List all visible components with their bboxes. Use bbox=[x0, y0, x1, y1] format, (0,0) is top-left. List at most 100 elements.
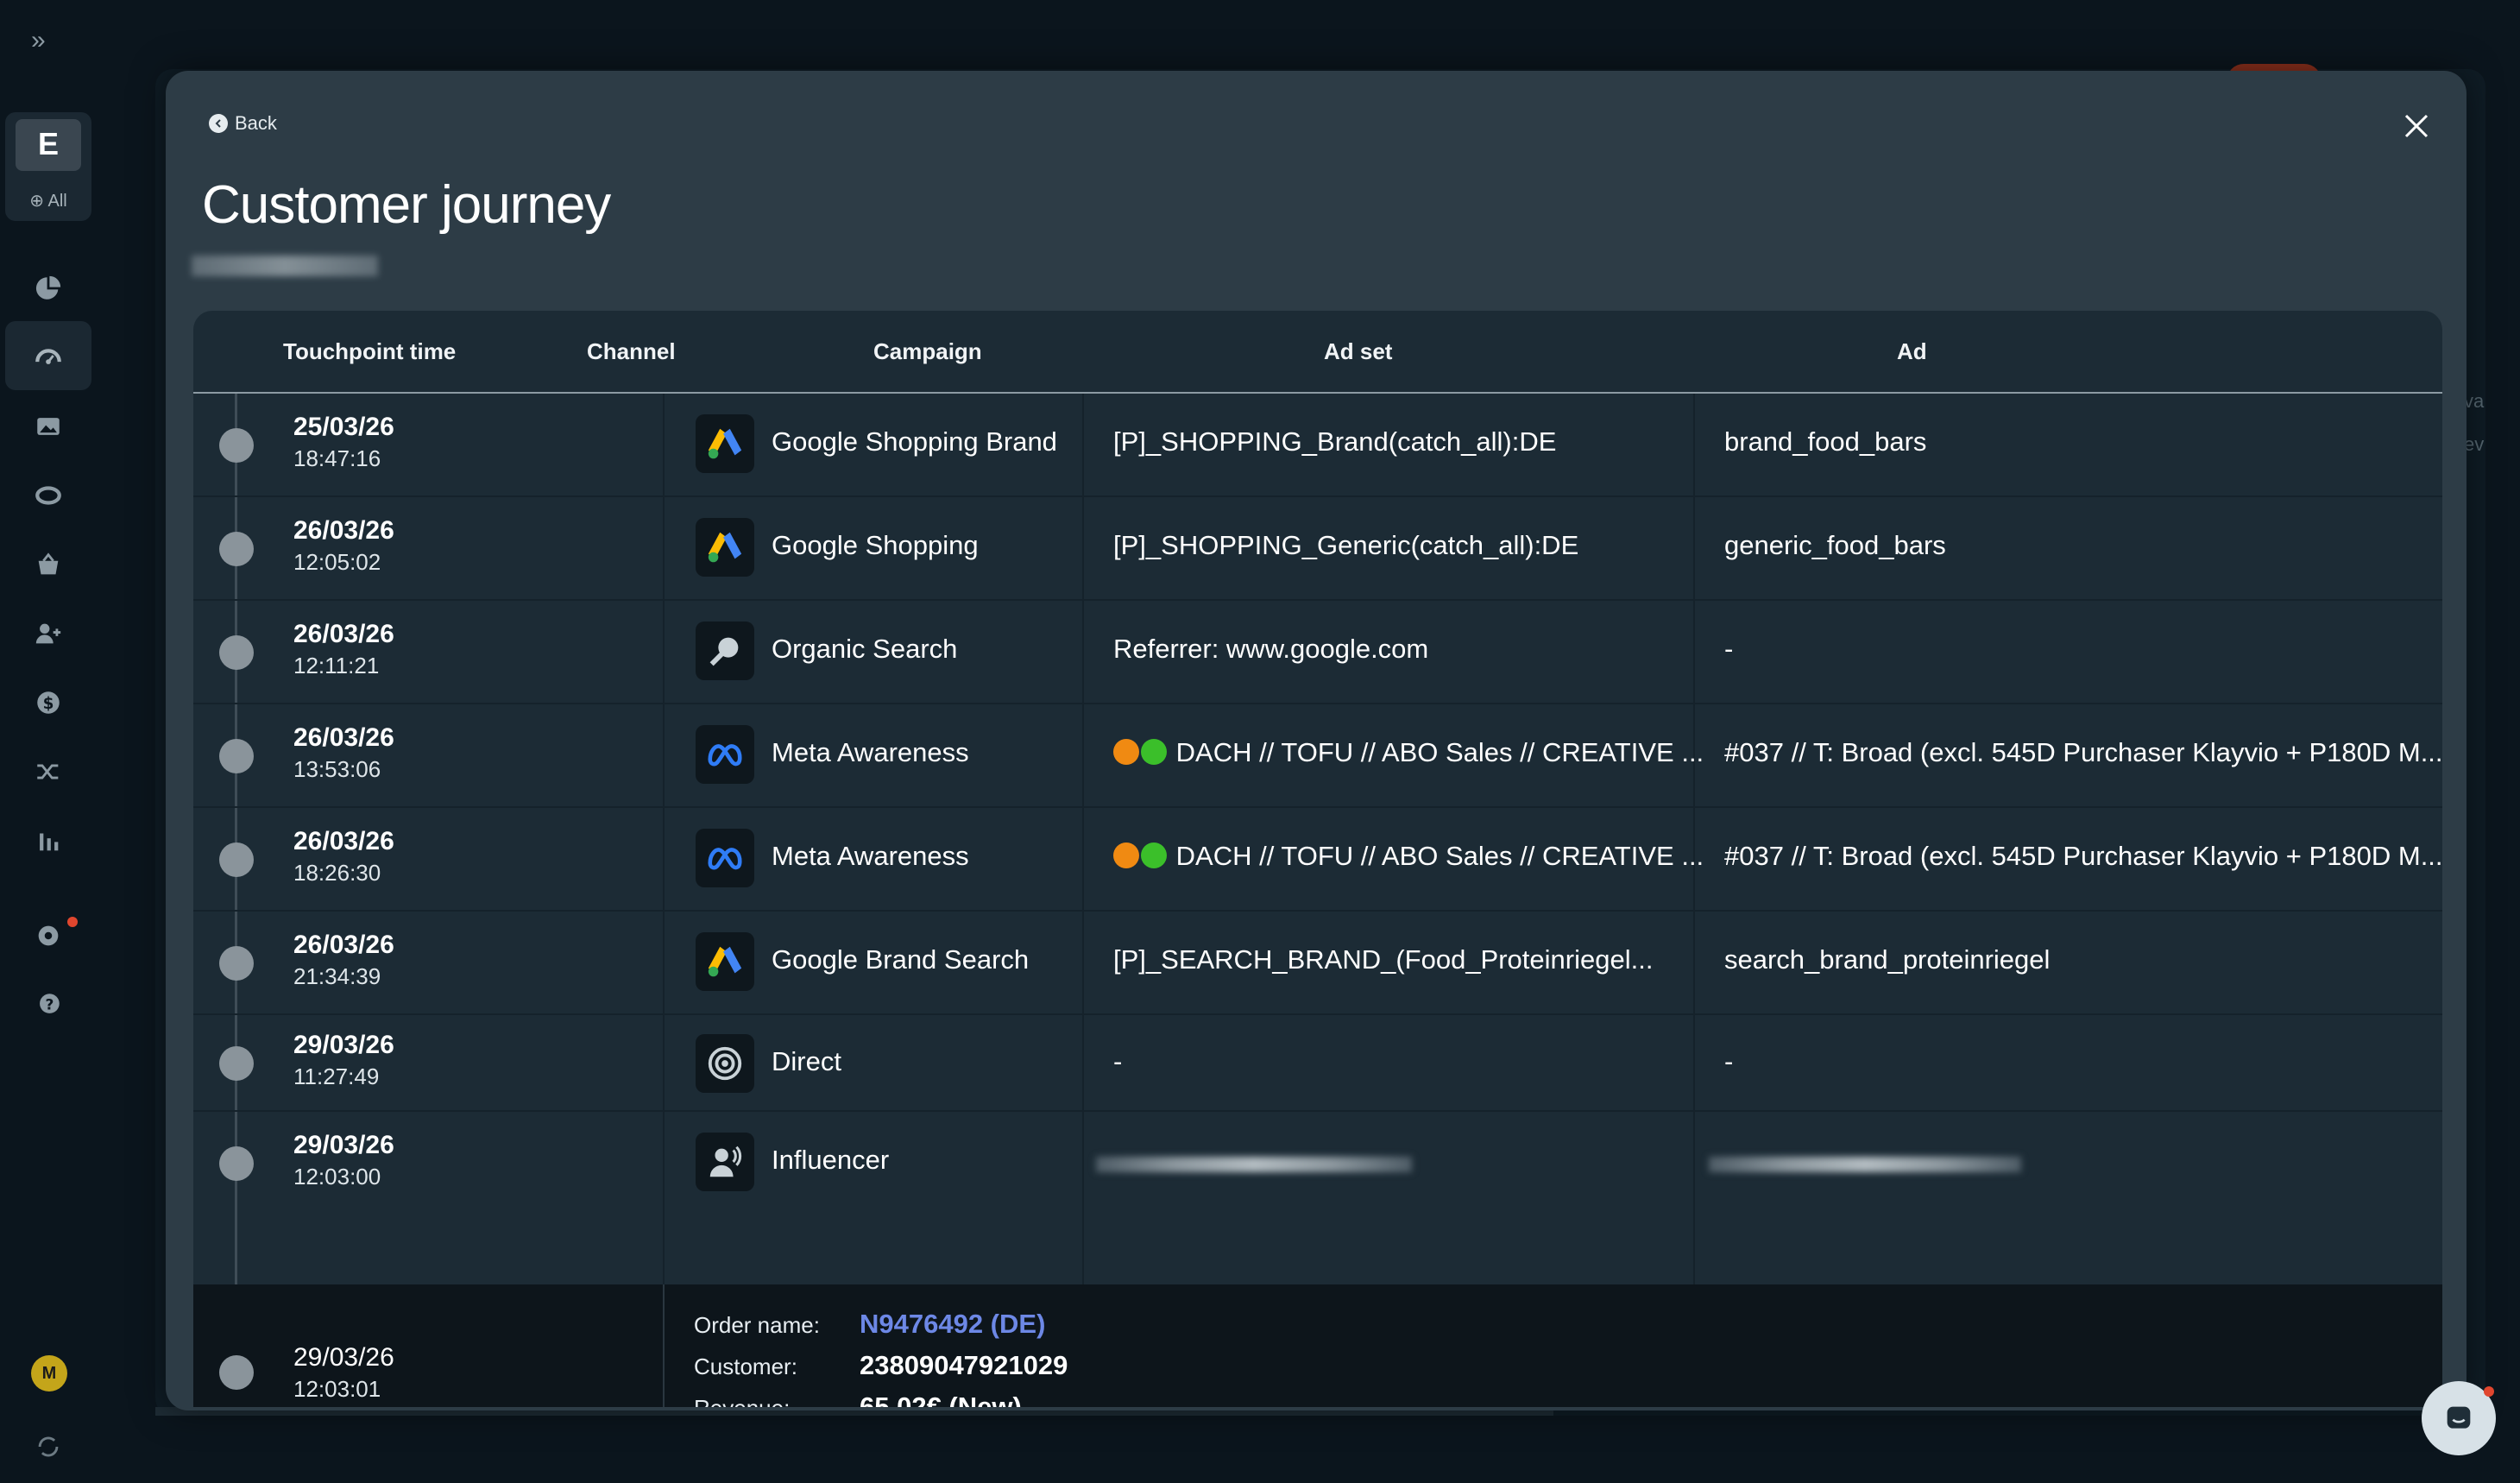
customer-label: Customer: bbox=[694, 1354, 797, 1379]
journey-table: Touchpoint time Channel Campaign Ad set … bbox=[193, 311, 2442, 1407]
table-row[interactable]: 26/03/26 18:26:30 Meta Awareness DACH //… bbox=[193, 808, 2442, 912]
touchpoint-date: 26/03/26 bbox=[293, 827, 394, 855]
channel-name: Meta Awareness bbox=[772, 737, 969, 767]
touchpoint-time: 12:05:02 bbox=[293, 549, 381, 575]
orbit-icon[interactable] bbox=[31, 478, 66, 513]
touchpoint-time: 12:11:21 bbox=[293, 653, 380, 678]
google-ads-icon bbox=[696, 932, 754, 991]
svg-text:$: $ bbox=[43, 695, 54, 713]
channel-name: Organic Search bbox=[772, 634, 958, 664]
sidebar: » E ⊕ All $ ? M bbox=[0, 0, 97, 1483]
adset-name: DACH // TOFU // ABO Sales // CREATIVE ..… bbox=[1113, 841, 1704, 872]
touchpoint-date: 26/03/26 bbox=[293, 931, 394, 959]
orange-circle-icon bbox=[1113, 739, 1139, 765]
image-icon[interactable] bbox=[31, 409, 66, 444]
expand-sidebar-icon[interactable]: » bbox=[31, 26, 46, 55]
ad-name: generic_food_bars bbox=[1724, 530, 1946, 560]
redacted-adset bbox=[1096, 1157, 1412, 1172]
basket-icon[interactable] bbox=[31, 547, 66, 582]
avatar[interactable]: M bbox=[31, 1355, 67, 1391]
touchpoint-date: 26/03/26 bbox=[293, 516, 394, 545]
adset-name: [P]_SHOPPING_Generic(catch_all):DE bbox=[1113, 530, 1579, 560]
timeline-dot bbox=[219, 1146, 254, 1181]
workspace-letter: E bbox=[37, 126, 59, 161]
target-icon bbox=[696, 1034, 754, 1093]
refresh-icon[interactable] bbox=[31, 1429, 66, 1464]
timeline-dot bbox=[219, 1046, 254, 1081]
timeline-dot bbox=[219, 946, 254, 981]
table-row[interactable]: 29/03/26 12:03:00 Influencer bbox=[193, 1112, 2442, 1215]
adset-name: DACH // TOFU // ABO Sales // CREATIVE ..… bbox=[1113, 737, 1704, 768]
notification-dot bbox=[2484, 1386, 2494, 1397]
ad-name: - bbox=[1724, 634, 1734, 664]
table-row[interactable]: 26/03/26 12:11:21 Organic Search Referre… bbox=[193, 601, 2442, 704]
close-icon[interactable] bbox=[2397, 107, 2435, 145]
touchpoint-time: 21:34:39 bbox=[293, 963, 381, 989]
channel-name: Direct bbox=[772, 1046, 841, 1076]
timeline-dot bbox=[219, 1355, 254, 1390]
gauge-icon[interactable] bbox=[31, 338, 66, 373]
back-button[interactable]: Back bbox=[209, 112, 277, 135]
ad-name: - bbox=[1724, 1046, 1734, 1076]
adset-name: [P]_SHOPPING_Brand(catch_all):DE bbox=[1113, 426, 1557, 457]
column-header-touchpoint-time: Touchpoint time bbox=[283, 338, 457, 364]
touchpoint-date: 26/03/26 bbox=[293, 620, 394, 648]
table-row[interactable]: 26/03/26 12:05:02 Google Shopping [P]_SH… bbox=[193, 497, 2442, 601]
pie-chart-icon[interactable] bbox=[31, 271, 66, 306]
back-label: Back bbox=[235, 112, 277, 134]
timeline-dot bbox=[219, 532, 254, 566]
redacted-subtitle bbox=[192, 256, 378, 276]
meta-icon bbox=[696, 829, 754, 887]
order-name-label: Order name: bbox=[694, 1312, 820, 1338]
channel-name: Google Shopping bbox=[772, 530, 979, 560]
help-icon[interactable]: ? bbox=[31, 988, 66, 1022]
table-row[interactable]: 26/03/26 21:34:39 Google Brand Search [P… bbox=[193, 912, 2442, 1015]
channel-name: Meta Awareness bbox=[772, 841, 969, 871]
gear-icon[interactable] bbox=[31, 918, 66, 953]
order-time: 12:03:01 bbox=[293, 1376, 381, 1402]
svg-text:?: ? bbox=[45, 997, 54, 1014]
column-header-ad: Ad bbox=[1897, 338, 1927, 364]
channel-name: Google Shopping Brand bbox=[772, 426, 1057, 457]
channel-name: Google Brand Search bbox=[772, 944, 1030, 975]
workspace-switcher[interactable]: E ⊕ All bbox=[5, 112, 91, 221]
table-row[interactable]: 26/03/26 13:53:06 Meta Awareness DACH //… bbox=[193, 704, 2442, 808]
order-name-link[interactable]: N9476492 (DE) bbox=[860, 1309, 1045, 1340]
chat-icon bbox=[2447, 1406, 2471, 1429]
shuffle-icon[interactable] bbox=[31, 754, 66, 789]
timeline-dot bbox=[219, 635, 254, 670]
ad-name: search_brand_proteinriegel bbox=[1724, 944, 2051, 975]
touchpoint-date: 29/03/26 bbox=[293, 1131, 394, 1159]
page-title: Customer journey bbox=[202, 175, 611, 235]
revenue-label: Revenue: bbox=[694, 1395, 790, 1407]
order-summary: 29/03/26 12:03:01 Order name: N9476492 (… bbox=[193, 1284, 2442, 1407]
revenue-value: 65.02€ (New) bbox=[860, 1391, 1022, 1407]
timeline-dot bbox=[219, 739, 254, 773]
bar-chart-icon[interactable] bbox=[31, 824, 66, 858]
redacted-ad bbox=[1709, 1157, 2021, 1172]
user-plus-icon[interactable] bbox=[31, 616, 66, 651]
table-row[interactable]: 29/03/26 11:27:49 Direct - - bbox=[193, 1015, 2442, 1112]
touchpoint-time: 18:47:16 bbox=[293, 445, 381, 471]
chevron-left-icon bbox=[209, 114, 228, 133]
timeline-dot bbox=[219, 842, 254, 877]
timeline-dot bbox=[219, 428, 254, 463]
meta-icon bbox=[696, 725, 754, 784]
workspace-scope: ⊕ All bbox=[29, 192, 67, 211]
channel-name: Influencer bbox=[772, 1145, 890, 1175]
ad-name: brand_food_bars bbox=[1724, 426, 1927, 457]
touchpoint-time: 12:03:00 bbox=[293, 1164, 381, 1190]
dollar-circle-icon[interactable]: $ bbox=[31, 685, 66, 720]
adset-name: [P]_SEARCH_BRAND_(Food_Proteinriegel... bbox=[1113, 944, 1654, 975]
column-header-ad-set: Ad set bbox=[1324, 338, 1393, 364]
google-ads-icon bbox=[696, 518, 754, 577]
touchpoint-time: 11:27:49 bbox=[293, 1063, 380, 1089]
table-row[interactable]: 25/03/26 18:47:16 Google Shopping Brand … bbox=[193, 394, 2442, 497]
search-icon bbox=[696, 622, 754, 680]
column-header-campaign: Campaign bbox=[873, 338, 982, 364]
touchpoint-date: 29/03/26 bbox=[293, 1031, 394, 1059]
google-ads-icon bbox=[696, 414, 754, 473]
touchpoint-date: 25/03/26 bbox=[293, 413, 394, 441]
background-partial-text: va ev bbox=[2464, 390, 2485, 455]
adset-name: Referrer: www.google.com bbox=[1113, 634, 1429, 664]
